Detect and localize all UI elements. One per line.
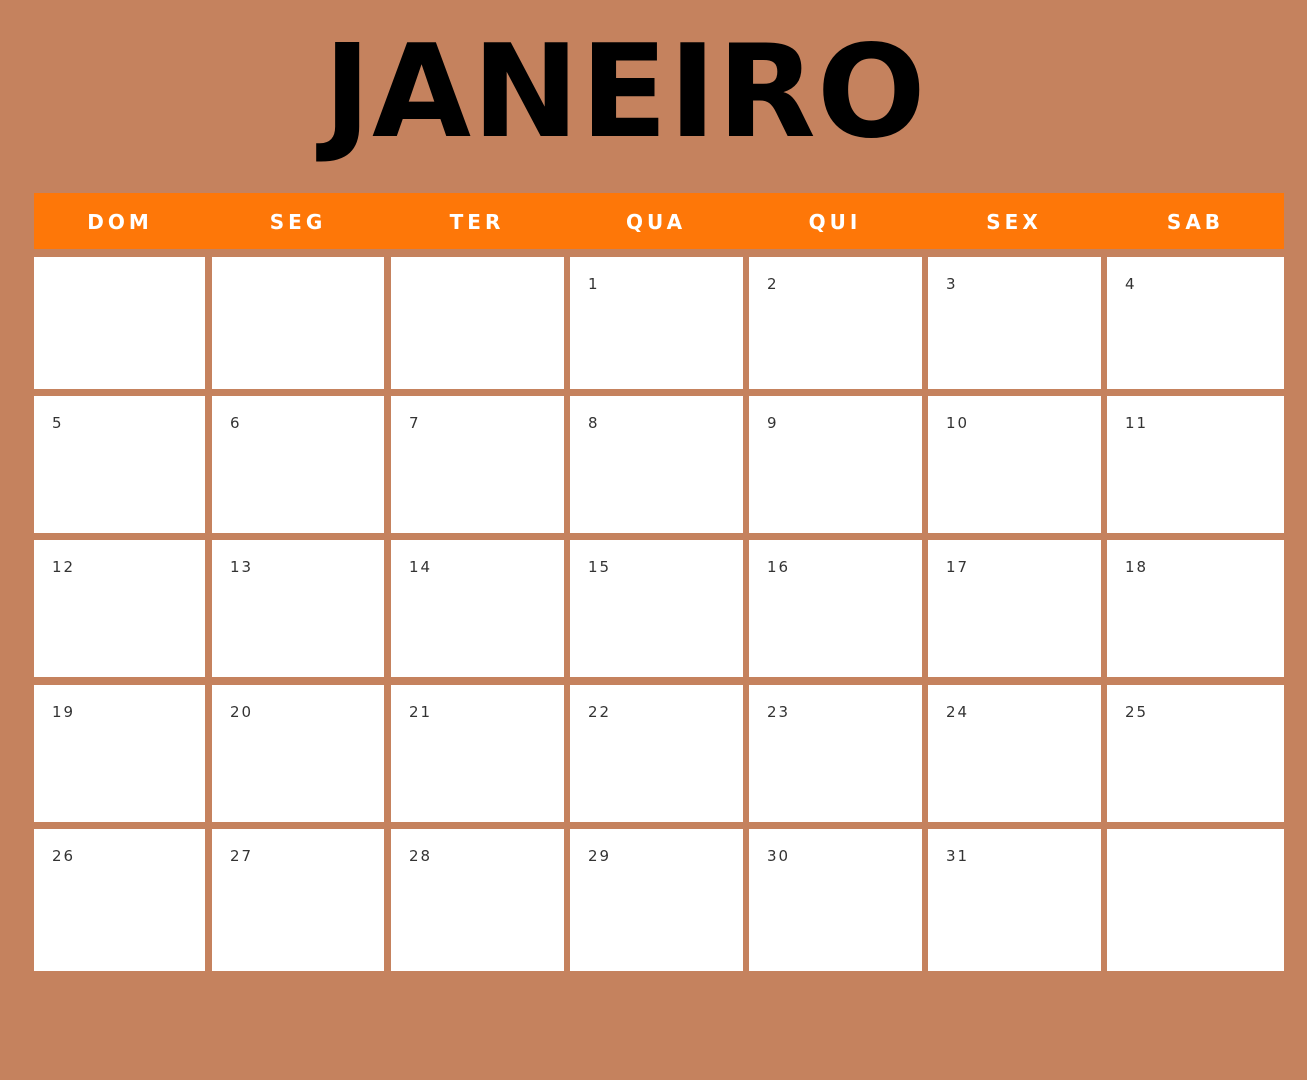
day-cell[interactable]: 18 <box>1107 540 1284 677</box>
day-number: 30 <box>767 847 791 865</box>
day-cell[interactable]: 9 <box>749 396 922 533</box>
day-cell[interactable]: 2 <box>749 257 922 389</box>
day-number: 14 <box>409 558 433 576</box>
day-cell[interactable]: 23 <box>749 685 922 822</box>
day-cell[interactable]: 6 <box>212 396 384 533</box>
weekday-dom: DOM <box>87 210 153 234</box>
weekday-ter: TER <box>449 210 505 234</box>
day-cell[interactable]: 13 <box>212 540 384 677</box>
day-cell[interactable]: 26 <box>34 829 205 971</box>
day-cell[interactable]: 24 <box>928 685 1101 822</box>
day-cell[interactable]: 14 <box>391 540 564 677</box>
weekday-sab: SAB <box>1166 210 1225 234</box>
day-cell[interactable]: 5 <box>34 396 205 533</box>
weekday-header-bar: DOM SEG TER QUA QUI SEX SAB <box>34 193 1284 249</box>
day-number: 1 <box>588 275 600 293</box>
day-cell[interactable]: 3 <box>928 257 1101 389</box>
day-cell[interactable]: 8 <box>570 396 743 533</box>
day-cell[interactable] <box>212 257 384 389</box>
day-number: 9 <box>767 414 779 432</box>
day-cell[interactable]: 22 <box>570 685 743 822</box>
day-number: 28 <box>409 847 433 865</box>
day-number: 22 <box>588 703 612 721</box>
day-cell[interactable]: 12 <box>34 540 205 677</box>
day-cell[interactable]: 27 <box>212 829 384 971</box>
day-number: 29 <box>588 847 612 865</box>
day-number: 6 <box>230 414 242 432</box>
weekday-qui: QUI <box>808 210 862 234</box>
day-cell[interactable] <box>34 257 205 389</box>
day-number: 31 <box>946 847 970 865</box>
weekday-sex: SEX <box>986 210 1042 234</box>
day-number: 7 <box>409 414 421 432</box>
day-number: 17 <box>946 558 970 576</box>
day-number: 8 <box>588 414 600 432</box>
day-cell[interactable]: 30 <box>749 829 922 971</box>
day-cell[interactable]: 25 <box>1107 685 1284 822</box>
day-number: 3 <box>946 275 958 293</box>
day-number: 23 <box>767 703 791 721</box>
day-number: 13 <box>230 558 254 576</box>
weekday-qua: QUA <box>625 210 687 234</box>
day-cell[interactable]: 7 <box>391 396 564 533</box>
day-cell[interactable]: 28 <box>391 829 564 971</box>
day-number: 27 <box>230 847 254 865</box>
day-number: 21 <box>409 703 433 721</box>
day-cell[interactable]: 29 <box>570 829 743 971</box>
month-title: JANEIRO <box>323 18 927 167</box>
day-cell[interactable]: 15 <box>570 540 743 677</box>
day-number: 20 <box>230 703 254 721</box>
day-number: 18 <box>1125 558 1149 576</box>
day-cell[interactable]: 17 <box>928 540 1101 677</box>
day-number: 4 <box>1125 275 1137 293</box>
day-number: 26 <box>52 847 76 865</box>
day-cell[interactable]: 21 <box>391 685 564 822</box>
day-number: 24 <box>946 703 970 721</box>
day-cell[interactable]: 31 <box>928 829 1101 971</box>
day-number: 5 <box>52 414 64 432</box>
day-cell[interactable]: 20 <box>212 685 384 822</box>
weekday-seg: SEG <box>269 210 327 234</box>
day-number: 12 <box>52 558 76 576</box>
day-number: 19 <box>52 703 76 721</box>
day-cell[interactable] <box>1107 829 1284 971</box>
day-cell[interactable] <box>391 257 564 389</box>
day-number: 16 <box>767 558 791 576</box>
day-number: 25 <box>1125 703 1149 721</box>
day-cell[interactable]: 10 <box>928 396 1101 533</box>
day-number: 10 <box>946 414 970 432</box>
day-cell[interactable]: 1 <box>570 257 743 389</box>
day-cell[interactable]: 16 <box>749 540 922 677</box>
day-number: 15 <box>588 558 612 576</box>
day-cell[interactable]: 19 <box>34 685 205 822</box>
day-number: 2 <box>767 275 779 293</box>
day-number: 11 <box>1125 414 1149 432</box>
day-cell[interactable]: 4 <box>1107 257 1284 389</box>
day-cell[interactable]: 11 <box>1107 396 1284 533</box>
